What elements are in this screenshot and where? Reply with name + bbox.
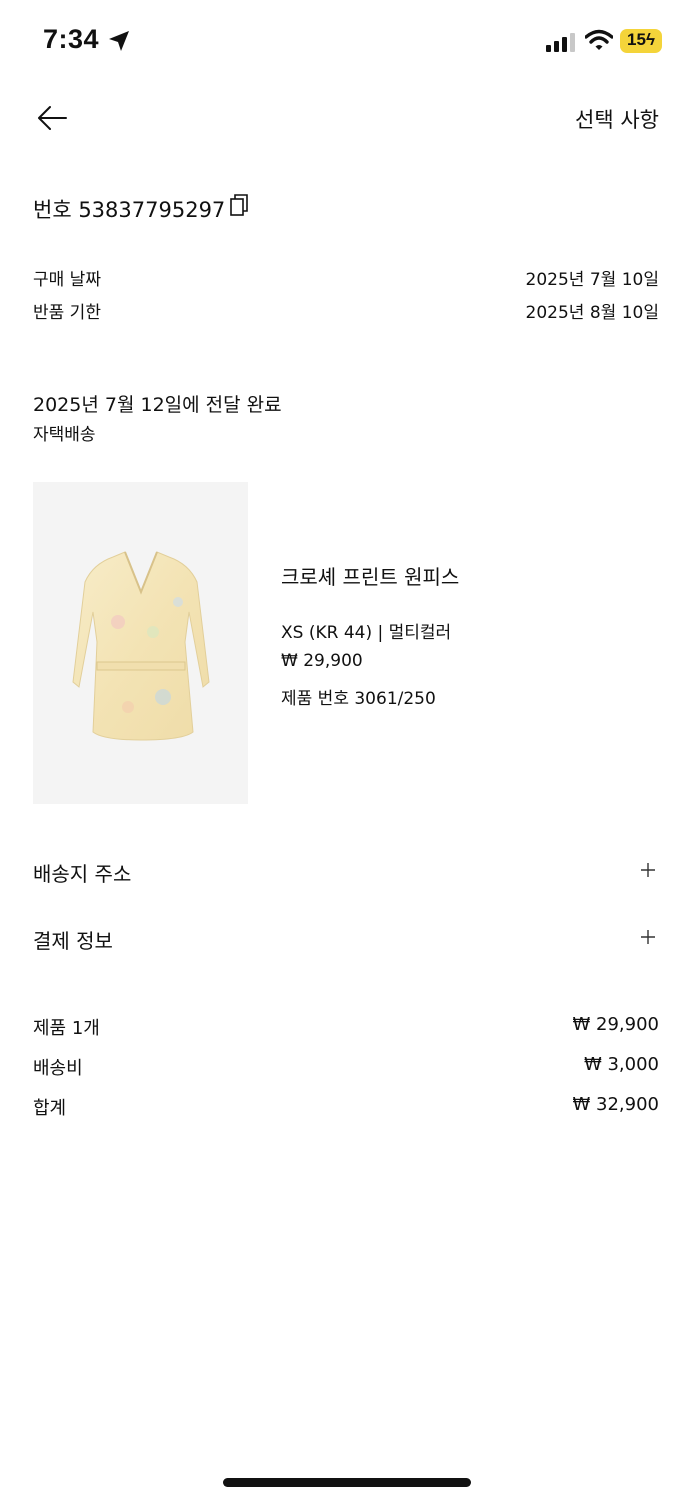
- product-price: ₩ 29,900: [281, 651, 363, 671]
- shipping-address-label: 배송지 주소: [33, 862, 132, 886]
- charging-bolt-icon: ϟ: [645, 30, 655, 49]
- expand-plus-icon[interactable]: [640, 856, 656, 884]
- product-number: 제품 번호 3061/250: [281, 689, 436, 709]
- purchase-date-value: 2025년 7월 10일: [525, 270, 659, 290]
- shipping-address-section[interactable]: 배송지 주소: [33, 852, 660, 892]
- order-number: 번호 53837795297: [33, 198, 226, 222]
- copy-icon[interactable]: [228, 193, 250, 217]
- status-time: 7:34: [43, 24, 100, 54]
- expand-plus-icon[interactable]: [640, 923, 656, 951]
- product-name[interactable]: 크로셰 프린트 원피스: [281, 561, 459, 590]
- location-arrow-icon: [109, 31, 129, 51]
- payment-info-section[interactable]: 결제 정보: [33, 919, 660, 959]
- battery-level: 15ϟ: [620, 30, 662, 50]
- summary-shipping-value: ₩ 3,000: [583, 1054, 659, 1075]
- purchase-date-label: 구매 날짜: [33, 270, 101, 290]
- product-variant: XS (KR 44) | 멀티컬러: [281, 623, 452, 643]
- delivery-method: 자택배송: [33, 425, 96, 445]
- product-image[interactable]: [33, 482, 248, 804]
- payment-info-label: 결제 정보: [33, 929, 113, 953]
- summary-total-label: 합계: [33, 1098, 67, 1119]
- summary-items-value: ₩ 29,900: [572, 1014, 659, 1035]
- dress-illustration: [72, 551, 210, 741]
- options-button[interactable]: 선택 사항: [575, 104, 659, 134]
- battery-indicator: 15ϟ: [620, 29, 662, 53]
- home-indicator[interactable]: [223, 1478, 471, 1487]
- battery-level-value: 15: [627, 30, 646, 49]
- return-deadline-value: 2025년 8월 10일: [525, 303, 659, 323]
- delivery-status: 2025년 7월 12일에 전달 완료: [33, 394, 282, 416]
- back-arrow-icon[interactable]: [36, 104, 68, 132]
- cellular-signal-icon: [546, 33, 575, 52]
- wifi-icon: [585, 29, 613, 50]
- return-deadline-label: 반품 기한: [33, 303, 101, 323]
- summary-items-label: 제품 1개: [33, 1018, 100, 1039]
- summary-shipping-label: 배송비: [33, 1058, 83, 1079]
- summary-total-value: ₩ 32,900: [572, 1094, 659, 1115]
